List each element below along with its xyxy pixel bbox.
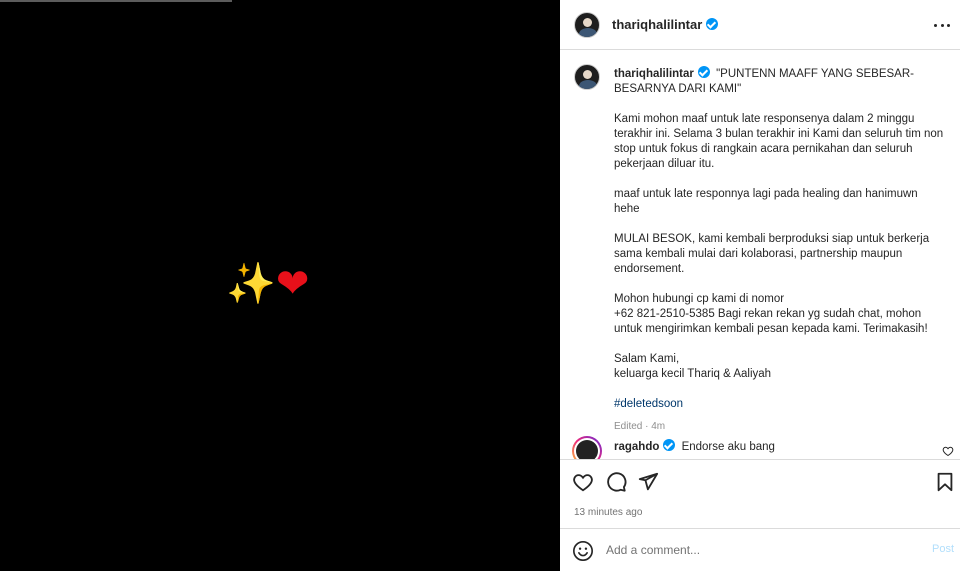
verified-badge-icon bbox=[706, 18, 719, 30]
caption-line: untuk mengirimkan kembali pesan kepada k… bbox=[614, 323, 928, 335]
post-timestamp[interactable]: 13 minutes ago bbox=[574, 507, 642, 518]
caption-line: sama kembali mulai dari kolaborasi, part… bbox=[614, 248, 903, 260]
caption-line: Mohon hubungi cp kami di nomor bbox=[614, 293, 785, 305]
caption-paragraph-5: Salam Kami, keluarga kecil Thariq & Aali… bbox=[614, 352, 946, 382]
caption-author-avatar[interactable] bbox=[574, 64, 600, 90]
author-username[interactable]: thariqhalilintar bbox=[612, 17, 719, 32]
hashtag-link[interactable]: #deletedsoon bbox=[614, 397, 946, 412]
comment-like-heart-icon[interactable] bbox=[942, 445, 954, 457]
caption-line: terakhir ini. Selama 3 bulan terakhir in… bbox=[614, 128, 944, 140]
caption-line: hehe bbox=[614, 203, 640, 215]
caption-line: Salam Kami, bbox=[614, 353, 680, 365]
instagram-post-view: ✨❤ thariqhalilintar thariqhalilintar "PU… bbox=[0, 0, 960, 571]
add-comment-bar: Post bbox=[560, 530, 960, 571]
post-side-panel: thariqhalilintar thariqhalilintar "PUNTE… bbox=[560, 0, 960, 571]
comment-icon[interactable] bbox=[605, 471, 627, 493]
like-heart-icon[interactable] bbox=[572, 471, 594, 493]
heart-emoji: ❤ bbox=[275, 261, 310, 307]
caption-line: Kami mohon maaf untuk late responsenya d… bbox=[614, 113, 915, 125]
edited-timestamp: Edited · 4m bbox=[614, 421, 666, 432]
post-media[interactable]: ✨❤ bbox=[0, 0, 560, 571]
caption-line: keluarga kecil Thariq & Aaliyah bbox=[614, 368, 772, 380]
caption-paragraph-3: MULAI BESOK, kami kembali berproduksi si… bbox=[614, 232, 946, 277]
caption-line: MULAI BESOK, kami kembali berproduksi si… bbox=[614, 233, 930, 245]
caption-line: +62 821-2510-5385 Bagi rekan rekan yg su… bbox=[614, 308, 922, 320]
caption-line: endorsement. bbox=[614, 263, 685, 275]
caption-body: thariqhalilintar "PUNTENN MAAFF YANG SEB… bbox=[614, 66, 946, 434]
verified-badge-icon bbox=[697, 66, 710, 78]
post-header: thariqhalilintar bbox=[560, 0, 960, 50]
more-options-icon[interactable] bbox=[934, 17, 950, 33]
caption-line: pekerjaan diluar itu. bbox=[614, 158, 715, 170]
comment-body: Endorse aku bang bbox=[681, 441, 775, 453]
comment-input[interactable] bbox=[606, 539, 906, 561]
caption-username[interactable]: thariqhalilintar bbox=[614, 66, 710, 80]
share-send-icon[interactable] bbox=[637, 471, 659, 493]
save-bookmark-icon[interactable] bbox=[934, 471, 956, 493]
author-avatar[interactable] bbox=[574, 11, 600, 38]
verified-badge-icon bbox=[663, 439, 676, 451]
media-progress-line bbox=[0, 0, 232, 2]
caption-paragraph-4: Mohon hubungi cp kami di nomor +62 821-2… bbox=[614, 292, 946, 337]
commenter-avatar[interactable] bbox=[572, 436, 602, 459]
post-comment-button[interactable]: Post bbox=[932, 543, 954, 555]
caption-line: maaf untuk late responnya lagi pada heal… bbox=[614, 188, 918, 200]
caption-paragraph-2: maaf untuk late responnya lagi pada heal… bbox=[614, 187, 946, 217]
media-emoji-text: ✨❤ bbox=[226, 258, 309, 310]
post-actions: 13 minutes ago bbox=[560, 459, 960, 529]
comment-item: ragahdo Endorse aku bang bbox=[572, 436, 958, 459]
sparkles-emoji: ✨ bbox=[226, 261, 276, 307]
comments-scroll-area[interactable]: thariqhalilintar "PUNTENN MAAFF YANG SEB… bbox=[560, 51, 960, 459]
caption-line: stop untuk fokus di rangkain acara perni… bbox=[614, 143, 913, 155]
commenter-username[interactable]: ragahdo bbox=[614, 439, 676, 453]
comment-text: ragahdo Endorse aku bang bbox=[614, 439, 775, 453]
caption-first-line: thariqhalilintar "PUNTENN MAAFF YANG SEB… bbox=[614, 66, 946, 97]
smiley-icon[interactable] bbox=[572, 540, 594, 562]
caption-paragraph-1: Kami mohon maaf untuk late responsenya d… bbox=[614, 112, 946, 172]
